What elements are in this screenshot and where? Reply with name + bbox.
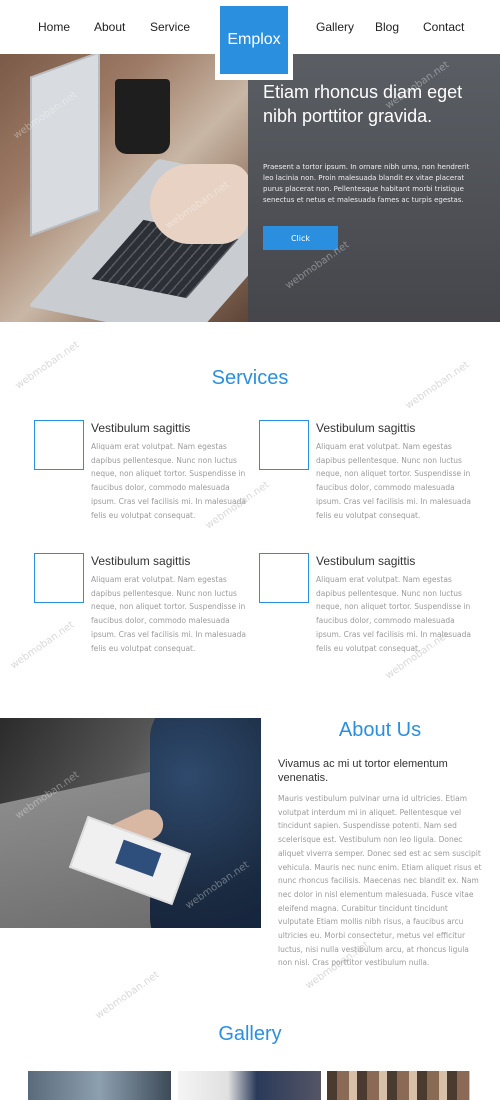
about-subtitle: Vivamus ac mi ut tortor elementum venena…	[278, 758, 448, 784]
gallery-image-1[interactable]	[28, 1071, 171, 1100]
about-photo	[0, 718, 261, 928]
service-icon-box	[34, 553, 84, 603]
hero-title: Etiam rhoncus diam eget nibh porttitor g…	[263, 82, 463, 126]
site-logo[interactable]: Emplox	[220, 6, 288, 74]
hero-laptop-photo	[0, 54, 322, 322]
about-description: Mauris vestibulum pulvinar urna id ultri…	[278, 794, 482, 968]
coffee-mug-image	[115, 79, 170, 154]
service-description: Aliquam erat volutpat. Nam egestas dapib…	[316, 442, 471, 520]
service-title: Vestibulum sagittis	[316, 554, 416, 568]
laptop-screen-image	[30, 54, 100, 237]
service-title: Vestibulum sagittis	[91, 421, 191, 435]
service-title: Vestibulum sagittis	[91, 554, 191, 568]
hand-image	[150, 164, 250, 244]
nav-link-contact[interactable]: Contact	[423, 20, 464, 34]
service-description: Aliquam erat volutpat. Nam egestas dapib…	[91, 575, 246, 653]
watermark-text: webmoban.net	[13, 339, 82, 392]
book-cover-image	[115, 839, 162, 877]
service-description: Aliquam erat volutpat. Nam egestas dapib…	[91, 442, 246, 520]
service-icon-box	[259, 553, 309, 603]
hero-description: Praesent a tortor ipsum. In ornare nibh …	[263, 163, 470, 204]
service-icon-box	[259, 420, 309, 470]
service-icon-box	[34, 420, 84, 470]
nav-link-gallery[interactable]: Gallery	[316, 20, 354, 34]
logo-container: Emplox	[215, 0, 293, 80]
nav-link-home[interactable]: Home	[38, 20, 70, 34]
hero-click-button[interactable]: Click	[263, 226, 338, 250]
gallery-image-3[interactable]	[327, 1071, 470, 1100]
nav-link-blog[interactable]: Blog	[375, 20, 399, 34]
about-heading: About Us	[338, 719, 422, 741]
service-description: Aliquam erat volutpat. Nam egestas dapib…	[316, 575, 471, 653]
gallery-heading: Gallery	[218, 1023, 282, 1045]
watermark-text: webmoban.net	[8, 619, 77, 672]
nav-link-service[interactable]: Service	[150, 20, 190, 34]
services-heading: Services	[211, 367, 289, 389]
nav-link-about[interactable]: About	[94, 20, 125, 34]
watermark-text: webmoban.net	[403, 359, 472, 412]
service-title: Vestibulum sagittis	[316, 421, 416, 435]
gallery-image-2[interactable]	[178, 1071, 321, 1100]
watermark-text: webmoban.net	[93, 969, 162, 1022]
